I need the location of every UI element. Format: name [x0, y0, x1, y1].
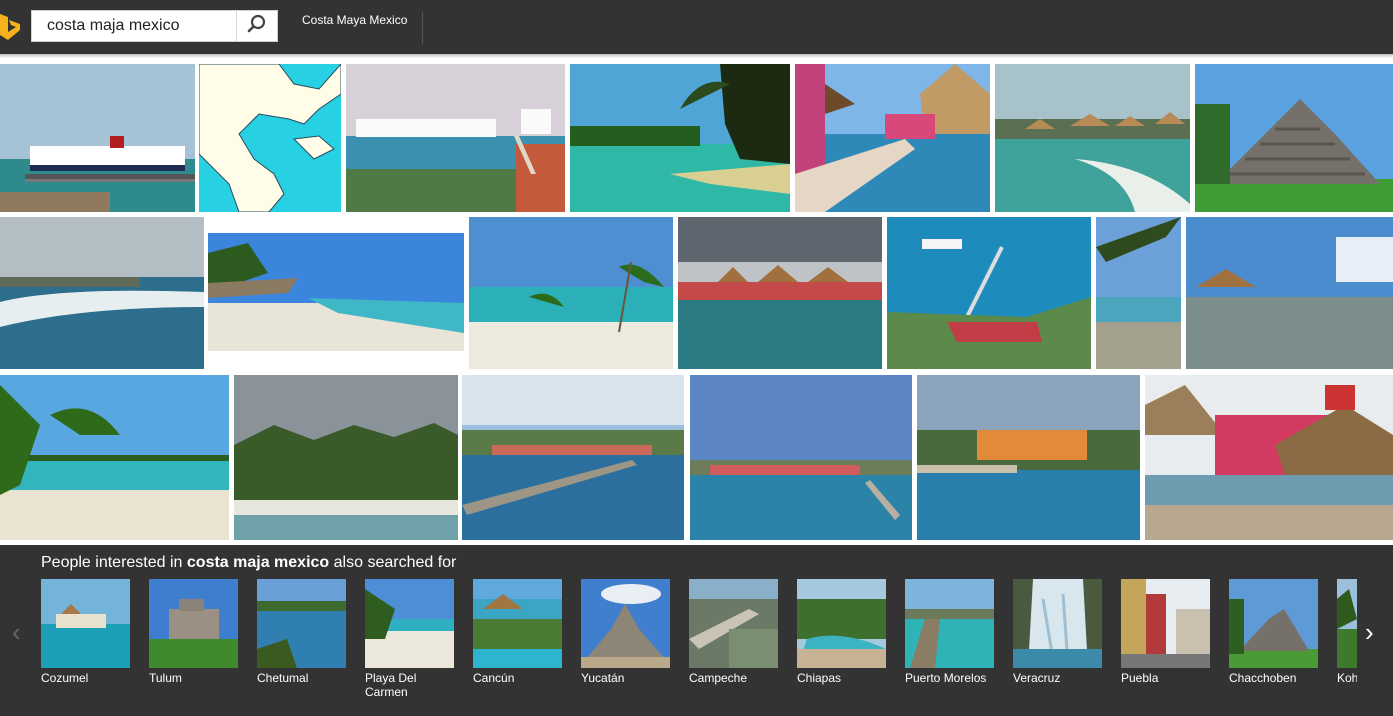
image-results-grid	[0, 0, 1393, 545]
image-result[interactable]	[0, 217, 204, 369]
related-searches-section: People interested in costa maja mexico a…	[0, 545, 1393, 716]
image-result[interactable]	[678, 217, 882, 369]
image-result[interactable]	[0, 64, 195, 212]
related-item-tulum[interactable]: Tulum	[149, 579, 238, 685]
related-thumbnail	[905, 579, 994, 668]
image-result[interactable]	[887, 217, 1091, 369]
related-label: Tulum	[149, 671, 182, 685]
related-thumbnail	[1337, 579, 1357, 668]
related-label: Chetumal	[257, 671, 309, 685]
related-label: Cozumel	[41, 671, 89, 685]
related-thumbnail	[149, 579, 238, 668]
related-searches-carousel: Cozumel Tulum Chetumal Playa Del Carmen …	[0, 545, 1357, 716]
related-label: Chiapas	[797, 671, 842, 685]
image-result[interactable]	[469, 217, 673, 369]
image-result[interactable]	[1096, 217, 1181, 369]
related-thumbnail	[689, 579, 778, 668]
image-result[interactable]	[208, 233, 464, 351]
related-item-puerto-morelos[interactable]: Puerto Morelos	[905, 579, 994, 685]
related-thumbnail	[365, 579, 454, 668]
image-result[interactable]	[1195, 64, 1393, 212]
image-result[interactable]	[690, 375, 912, 540]
related-thumbnail	[1229, 579, 1318, 668]
image-result[interactable]	[570, 64, 790, 212]
related-item-yucatan[interactable]: Yucatán	[581, 579, 670, 685]
image-result[interactable]	[1145, 375, 1393, 540]
related-thumbnail	[1121, 579, 1210, 668]
related-item-chacchoben[interactable]: Chacchoben	[1229, 579, 1318, 685]
related-item-chiapas[interactable]: Chiapas	[797, 579, 886, 685]
image-result[interactable]	[795, 64, 990, 212]
related-item-cancun[interactable]: Cancún	[473, 579, 562, 685]
related-item-veracruz[interactable]: Veracruz	[1013, 579, 1102, 685]
related-thumbnail	[581, 579, 670, 668]
image-result[interactable]	[199, 64, 341, 212]
related-item-koh[interactable]: Koh	[1337, 579, 1357, 685]
related-label: Chacchoben	[1229, 671, 1297, 685]
image-result[interactable]	[995, 64, 1190, 212]
related-label: Campeche	[689, 671, 748, 685]
related-thumbnail	[257, 579, 346, 668]
related-thumbnail	[473, 579, 562, 668]
image-result[interactable]	[346, 64, 565, 212]
related-label: Yucatán	[581, 671, 625, 685]
image-result[interactable]	[462, 375, 684, 540]
related-item-playa-del-carmen[interactable]: Playa Del Carmen	[365, 579, 454, 699]
related-thumbnail	[41, 579, 130, 668]
related-item-campeche[interactable]: Campeche	[689, 579, 778, 685]
related-label: Koh	[1337, 671, 1357, 685]
image-result[interactable]	[0, 375, 229, 540]
related-thumbnail	[797, 579, 886, 668]
image-result[interactable]	[234, 375, 458, 540]
related-thumbnail	[1013, 579, 1102, 668]
chevron-right-icon[interactable]: ›	[1365, 617, 1374, 648]
related-label: Playa Del Carmen	[365, 671, 417, 699]
related-label: Puerto Morelos	[905, 671, 987, 685]
related-item-cozumel[interactable]: Cozumel	[41, 579, 130, 685]
image-result[interactable]	[1186, 217, 1393, 369]
related-label: Veracruz	[1013, 671, 1061, 685]
image-result[interactable]	[917, 375, 1140, 540]
related-item-chetumal[interactable]: Chetumal	[257, 579, 346, 685]
related-item-puebla[interactable]: Puebla	[1121, 579, 1210, 685]
related-label: Puebla	[1121, 671, 1159, 685]
related-label: Cancún	[473, 671, 515, 685]
